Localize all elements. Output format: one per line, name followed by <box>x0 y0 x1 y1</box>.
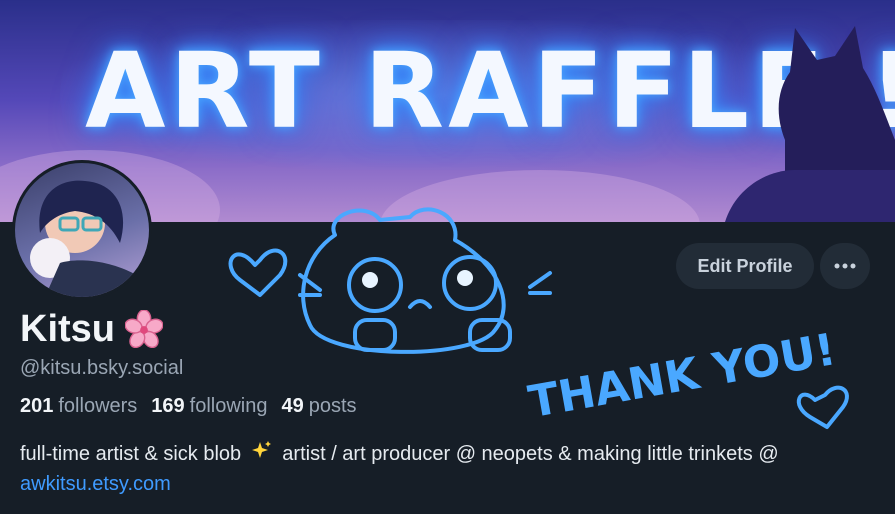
bio-text-part1: full-time artist & sick blob <box>20 443 242 465</box>
more-options-button[interactable] <box>820 243 870 289</box>
sparkles-icon <box>251 441 271 458</box>
posts-label: posts <box>308 395 357 417</box>
ellipsis-icon <box>834 263 856 269</box>
name-row: Kitsu <box>20 306 163 352</box>
followers-count: 201 <box>20 395 54 417</box>
etsy-link[interactable]: awkitsu.etsy.com <box>20 473 171 495</box>
profile-bio: full-time artist & sick blob artist / ar… <box>20 439 840 499</box>
profile-stats: 201 followers 169 following 49 posts <box>20 395 357 418</box>
following-stat[interactable]: 169 following <box>151 395 267 418</box>
following-count: 169 <box>151 395 185 417</box>
avatar[interactable] <box>12 160 152 300</box>
handle[interactable]: @kitsu.bsky.social <box>20 357 183 380</box>
followers-stat[interactable]: 201 followers <box>20 395 137 418</box>
display-name: Kitsu <box>20 307 115 350</box>
edit-profile-button[interactable]: Edit Profile <box>676 243 814 289</box>
thank-you-text: THANK YOU! <box>525 324 840 428</box>
posts-count: 49 <box>281 395 304 417</box>
posts-stat: 49 posts <box>282 395 357 418</box>
avatar-image <box>30 180 149 297</box>
bio-text-part2: artist / art producer @ neopets & making… <box>282 443 779 465</box>
cat-silhouette-icon <box>725 26 895 222</box>
followers-label: followers <box>58 395 138 417</box>
cherry-blossom-icon <box>125 310 163 348</box>
following-label: following <box>189 395 268 417</box>
